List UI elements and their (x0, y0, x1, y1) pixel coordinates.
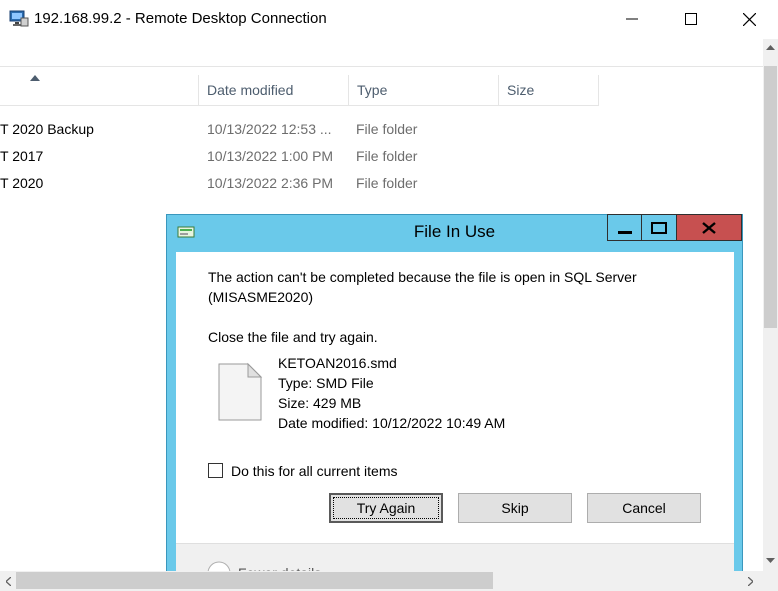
explorer-toolbar (0, 39, 763, 67)
apply-to-all-checkbox[interactable] (208, 463, 223, 478)
file-row-name[interactable]: T 2020 Backup (0, 121, 94, 137)
dialog-instruction: Close the file and try again. (208, 329, 378, 345)
chevron-right-icon (747, 576, 753, 586)
minimize-icon (626, 18, 638, 20)
file-row-date: 10/13/2022 2:36 PM (207, 175, 334, 191)
file-date-modified: Date modified: 10/12/2022 10:49 AM (278, 415, 506, 431)
chevron-left-icon (5, 576, 11, 586)
dialog-minimize-button[interactable] (607, 214, 642, 241)
skip-button[interactable]: Skip (458, 493, 572, 523)
file-row-date: 10/13/2022 1:00 PM (207, 148, 334, 164)
vertical-scroll-thumb[interactable] (764, 66, 777, 328)
column-header-size[interactable]: Size (499, 75, 599, 106)
maximize-icon (651, 221, 667, 234)
sort-ascending-icon (30, 75, 40, 81)
dialog-message: The action can't be completed because th… (208, 269, 637, 285)
column-header-type[interactable]: Type (349, 75, 499, 106)
column-header-date-modified[interactable]: Date modified (199, 75, 349, 106)
file-row-date: 10/13/2022 12:53 ... (207, 121, 332, 137)
minimize-icon (617, 230, 632, 234)
minimize-button[interactable] (603, 0, 661, 38)
file-name: KETOAN2016.smd (278, 355, 397, 371)
dialog-maximize-button[interactable] (641, 214, 677, 241)
cancel-button[interactable]: Cancel (587, 493, 701, 523)
maximize-button[interactable] (662, 0, 720, 38)
window-title: 192.168.99.2 - Remote Desktop Connection (34, 10, 327, 27)
file-row-name[interactable]: T 2020 (0, 175, 43, 191)
maximize-icon (685, 13, 697, 25)
scroll-left-button[interactable] (0, 571, 16, 591)
remote-desktop-icon (9, 10, 29, 27)
file-row-type: File folder (356, 175, 418, 191)
file-row-type: File folder (356, 121, 418, 137)
scroll-right-button[interactable] (742, 571, 758, 591)
file-size: Size: 429 MB (278, 395, 362, 411)
dialog-close-button[interactable] (676, 214, 742, 241)
dialog-message-app: (MISASME2020) (208, 289, 314, 305)
horizontal-scroll-thumb-overlay[interactable] (16, 572, 493, 589)
file-icon (218, 362, 263, 421)
close-icon (702, 221, 716, 234)
scroll-up-arrow-icon[interactable] (763, 39, 778, 56)
column-header-name[interactable] (0, 75, 199, 106)
apply-to-all-label[interactable]: Do this for all current items (231, 463, 398, 479)
file-row-name[interactable]: T 2017 (0, 148, 43, 164)
try-again-button[interactable]: Try Again (329, 493, 443, 523)
close-button[interactable] (720, 0, 778, 38)
scroll-down-arrow-icon[interactable] (763, 552, 778, 569)
close-icon (742, 12, 756, 26)
file-row-type: File folder (356, 148, 418, 164)
file-type: Type: SMD File (278, 375, 374, 391)
